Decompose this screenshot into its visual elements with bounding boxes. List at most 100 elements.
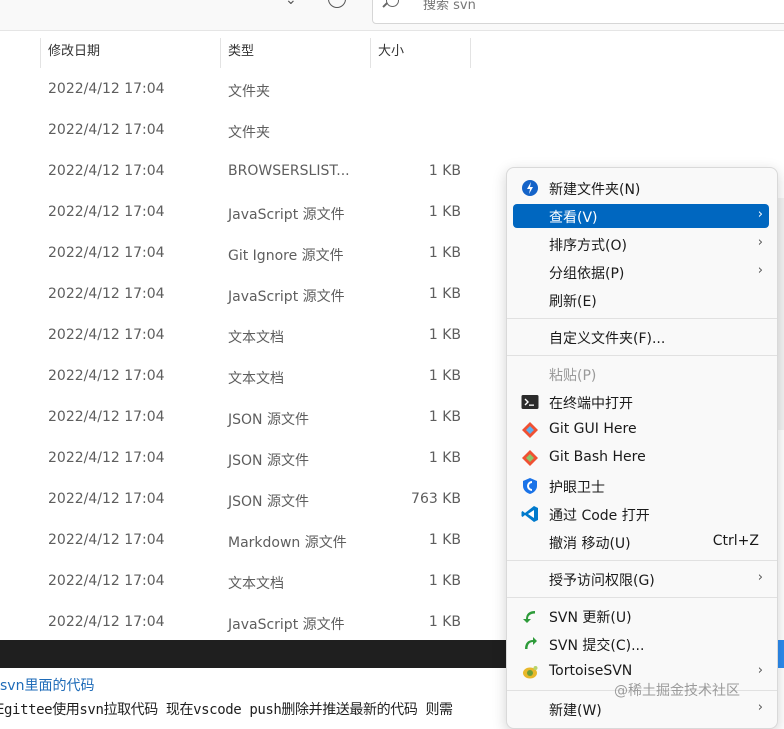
file-date: 2022/4/12 17:04 [48, 491, 165, 507]
file-size: 1 KB [428, 409, 461, 425]
git-gui-icon [522, 422, 538, 438]
table-row[interactable]: 2022/4/12 17:04 文本文档 1 KB [0, 561, 520, 602]
menu-item-undo-move[interactable]: 撤消 移动(U) Ctrl+Z [513, 530, 769, 554]
file-size: 1 KB [428, 245, 461, 261]
file-date: 2022/4/12 17:04 [48, 573, 165, 589]
menu-item-refresh[interactable]: 刷新(E) [513, 288, 769, 312]
file-size: 1 KB [428, 368, 461, 384]
menu-item-svn-commit[interactable]: SVN 提交(C)... [513, 632, 769, 656]
vscode-icon [521, 506, 538, 522]
chevron-right-icon: › [757, 700, 763, 715]
file-date: 2022/4/12 17:04 [48, 409, 165, 425]
file-type: 文件夹 [228, 125, 270, 141]
file-type: 文本文档 [228, 576, 284, 592]
file-date: 2022/4/12 17:04 [48, 163, 165, 179]
file-size: 1 KB [428, 163, 461, 179]
menu-separator [507, 597, 777, 598]
svn-update-icon [523, 611, 535, 623]
file-date: 2022/4/12 17:04 [48, 122, 165, 138]
menu-separator [507, 355, 777, 356]
search-placeholder: 搜索 svn [423, 0, 476, 13]
chevron-right-icon: › [757, 663, 763, 678]
menu-item-new-folder[interactable]: 新建文件夹(N) [513, 176, 769, 200]
file-type: Git Ignore 源文件 [228, 248, 344, 264]
menu-item-new[interactable]: 新建(W) › [513, 697, 769, 721]
menu-item-view[interactable]: 查看(V) › [513, 204, 769, 228]
chevron-right-icon: › [757, 263, 763, 278]
menu-item-sort-by[interactable]: 排序方式(O) › [513, 232, 769, 256]
terminal-icon [521, 395, 539, 409]
file-type: JSON 源文件 [228, 453, 309, 469]
file-date: 2022/4/12 17:04 [48, 81, 165, 97]
file-type: JavaScript 源文件 [228, 289, 345, 305]
menu-item-git-gui[interactable]: Git GUI Here [513, 418, 769, 442]
menu-item-customize-folder[interactable]: 自定义文件夹(F)... [513, 325, 769, 349]
file-date: 2022/4/12 17:04 [48, 614, 165, 630]
menu-item-svn-update[interactable]: SVN 更新(U) [513, 604, 769, 628]
file-date: 2022/4/12 17:04 [48, 327, 165, 343]
table-row[interactable]: 2022/4/12 17:04 BROWSERSLIST... 1 KB [0, 151, 520, 192]
file-size: 1 KB [428, 286, 461, 302]
table-row[interactable]: 2022/4/12 17:04 JavaScript 源文件 1 KB [0, 192, 520, 233]
chevron-down-icon[interactable]: ⌄ [285, 0, 297, 8]
menu-item-group-by[interactable]: 分组依据(P) › [513, 260, 769, 284]
new-folder-icon [522, 180, 538, 196]
file-type: Markdown 源文件 [228, 535, 347, 551]
file-size: 1 KB [428, 450, 461, 466]
menu-item-git-bash[interactable]: Git Bash Here [513, 446, 769, 470]
table-row[interactable]: 2022/4/12 17:04 JSON 源文件 1 KB [0, 397, 520, 438]
file-type: 文件夹 [228, 84, 270, 100]
file-date: 2022/4/12 17:04 [48, 286, 165, 302]
table-row[interactable]: 2022/4/12 17:04 Git Ignore 源文件 1 KB [0, 233, 520, 274]
chevron-right-icon: › [757, 235, 763, 250]
watermark: @稀土掘金技术社区 [614, 683, 740, 699]
menu-separator [507, 560, 777, 561]
svn-commit-icon [525, 637, 537, 649]
context-menu: 新建文件夹(N) 查看(V) › 排序方式(O) › 分组依据(P) › 刷新(… [506, 167, 778, 729]
menu-separator [507, 318, 777, 319]
article-text: Egittee使用svn拉取代码 现在vscode push删除并推送最新的代码… [0, 702, 453, 718]
file-date: 2022/4/12 17:04 [48, 245, 165, 261]
file-date: 2022/4/12 17:04 [48, 532, 165, 548]
column-modified-date[interactable]: 修改日期 [40, 38, 220, 66]
file-size: 1 KB [428, 573, 461, 589]
menu-item-open-in-terminal[interactable]: 在终端中打开 [513, 390, 769, 414]
git-bash-icon [522, 450, 538, 466]
file-date: 2022/4/12 17:04 [48, 450, 165, 466]
file-size: 1 KB [428, 614, 461, 630]
menu-item-eye-guard[interactable]: 护眼卫士 [513, 474, 769, 498]
shortcut-label: Ctrl+Z [712, 533, 759, 549]
file-type: BROWSERSLIST... [228, 163, 350, 179]
chevron-right-icon: › [757, 207, 763, 222]
file-type: JavaScript 源文件 [228, 617, 345, 633]
table-row[interactable]: 2022/4/12 17:04 JSON 源文件 763 KB [0, 479, 520, 520]
table-row[interactable]: 2022/4/12 17:04 Markdown 源文件 1 KB [0, 520, 520, 561]
file-date: 2022/4/12 17:04 [48, 204, 165, 220]
file-type: JSON 源文件 [228, 494, 309, 510]
tortoise-icon [523, 666, 538, 679]
file-type: JSON 源文件 [228, 412, 309, 428]
menu-item-open-with-code[interactable]: 通过 Code 打开 [513, 502, 769, 526]
shield-icon [523, 478, 537, 494]
chevron-right-icon: › [757, 570, 763, 585]
column-size[interactable]: 大小 [370, 38, 470, 66]
table-row[interactable]: 2022/4/12 17:04 文件夹 [0, 69, 520, 110]
file-type: 文本文档 [228, 371, 284, 387]
file-date: 2022/4/12 17:04 [48, 368, 165, 384]
file-size: 1 KB [428, 327, 461, 343]
article-heading[interactable]: svn里面的代码 [0, 675, 94, 695]
file-size: 763 KB [411, 491, 461, 507]
table-row[interactable]: 2022/4/12 17:04 JavaScript 源文件 1 KB [0, 602, 520, 643]
file-size: 1 KB [428, 532, 461, 548]
file-type: 文本文档 [228, 330, 284, 346]
table-row[interactable]: 2022/4/12 17:04 JavaScript 源文件 1 KB [0, 274, 520, 315]
file-type: JavaScript 源文件 [228, 207, 345, 223]
table-row[interactable]: 2022/4/12 17:04 文件夹 [0, 110, 520, 151]
file-size: 1 KB [428, 204, 461, 220]
table-row[interactable]: 2022/4/12 17:04 文本文档 1 KB [0, 356, 520, 397]
menu-item-paste[interactable]: 粘贴(P) [513, 362, 769, 386]
table-row[interactable]: 2022/4/12 17:04 JSON 源文件 1 KB [0, 438, 520, 479]
table-row[interactable]: 2022/4/12 17:04 文本文档 1 KB [0, 315, 520, 356]
menu-item-grant-access[interactable]: 授予访问权限(G) › [513, 567, 769, 591]
column-type[interactable]: 类型 [220, 38, 370, 66]
